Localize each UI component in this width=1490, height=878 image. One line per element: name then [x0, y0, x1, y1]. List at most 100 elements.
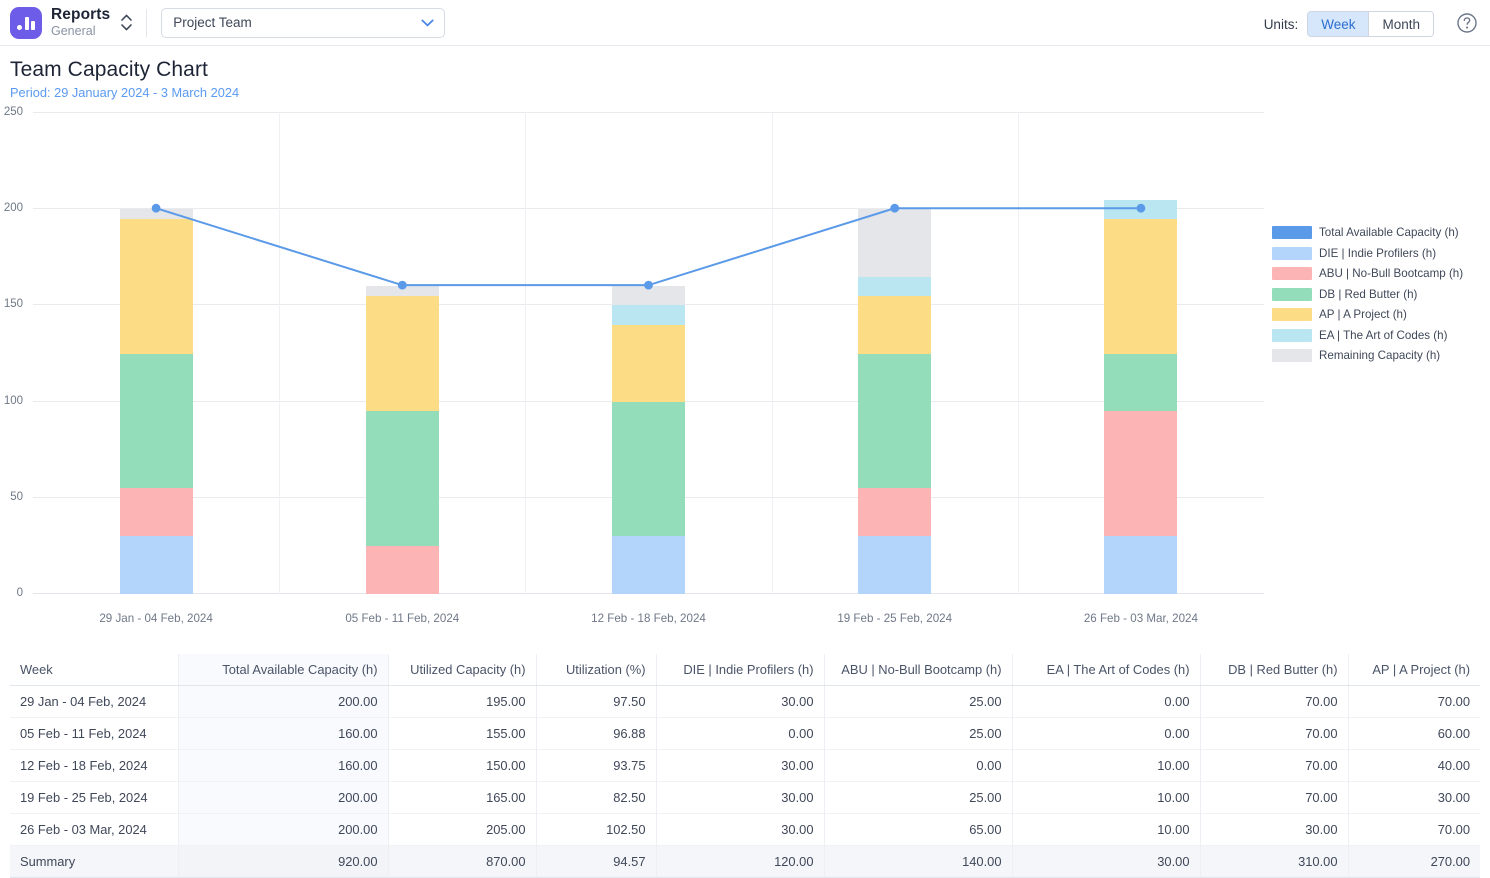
table-column-header[interactable]: DIE | Indie Profilers (h) — [656, 654, 824, 686]
table-cell: 40.00 — [1348, 750, 1480, 782]
table-column-header[interactable]: AP | A Project (h) — [1348, 654, 1480, 686]
table-cell-week: 19 Feb - 25 Feb, 2024 — [10, 782, 178, 814]
capacity-chart: 05010015020025029 Jan - 04 Feb, 202405 F… — [0, 100, 1490, 620]
units-control: Units: Week Month — [1264, 11, 1434, 37]
legend-item[interactable]: ABU | No-Bull Bootcamp (h) — [1272, 267, 1463, 280]
table-cell: 200.00 — [178, 686, 388, 718]
y-axis-tick-label: 0 — [0, 587, 23, 599]
line-data-point[interactable] — [890, 204, 899, 213]
chevron-up-down-icon[interactable] — [121, 14, 132, 31]
x-axis-tick-label: 26 Feb - 03 Mar, 2024 — [1018, 612, 1264, 625]
table-cell: 160.00 — [178, 750, 388, 782]
units-option-month[interactable]: Month — [1368, 12, 1433, 36]
bar-chart-logo-icon — [10, 7, 42, 39]
total-available-capacity-line — [33, 112, 1264, 594]
table-cell: 102.50 — [536, 814, 656, 846]
table-row[interactable]: 05 Feb - 11 Feb, 2024160.00155.0096.88 0.… — [10, 718, 1480, 750]
table-cell: 140.00 — [824, 846, 1012, 878]
table-row[interactable]: 19 Feb - 25 Feb, 2024200.00165.0082.5030… — [10, 782, 1480, 814]
table-cell: 120.00 — [656, 846, 824, 878]
legend-item[interactable]: Total Available Capacity (h) — [1272, 226, 1463, 239]
table-cell: 200.00 — [178, 814, 388, 846]
table-cell: 70.00 — [1200, 782, 1348, 814]
app-title: Reports — [51, 7, 110, 23]
table-cell: 65.00 — [824, 814, 1012, 846]
app-subtitle: General — [51, 25, 110, 38]
table-cell-week: 05 Feb - 11 Feb, 2024 — [10, 718, 178, 750]
table-cell: 10.00 — [1012, 814, 1200, 846]
table-cell: 93.75 — [536, 750, 656, 782]
table-column-header[interactable]: ABU | No-Bull Bootcamp (h) — [824, 654, 1012, 686]
table-cell: 150.00 — [388, 750, 536, 782]
table-cell: 310.00 — [1200, 846, 1348, 878]
table-column-header[interactable]: DB | Red Butter (h) — [1200, 654, 1348, 686]
legend-swatch — [1272, 247, 1312, 260]
table-cell: 60.00 — [1348, 718, 1480, 750]
table-cell: 30.00 — [656, 782, 824, 814]
table-cell: 97.50 — [536, 686, 656, 718]
table-cell: 10.00 — [1012, 750, 1200, 782]
table-cell: 200.00 — [178, 782, 388, 814]
table-cell: 0.00 — [1012, 686, 1200, 718]
table-cell-week: 26 Feb - 03 Mar, 2024 — [10, 814, 178, 846]
x-axis-tick-label: 29 Jan - 04 Feb, 2024 — [33, 612, 279, 625]
table-cell: 205.00 — [388, 814, 536, 846]
table-column-header[interactable]: EA | The Art of Codes (h) — [1012, 654, 1200, 686]
table-cell: 94.57 — [536, 846, 656, 878]
table-summary-row[interactable]: Summary920.00870.0094.57120.00140.0030.0… — [10, 846, 1480, 878]
table-column-header[interactable]: Total Available Capacity (h) — [178, 654, 388, 686]
y-axis-tick-label: 100 — [0, 395, 23, 407]
table-row[interactable]: 29 Jan - 04 Feb, 2024200.00195.0097.5030… — [10, 686, 1480, 718]
legend-item[interactable]: AP | A Project (h) — [1272, 308, 1463, 321]
table-cell: 0.00 — [1012, 718, 1200, 750]
table-cell: 155.00 — [388, 718, 536, 750]
legend-label: AP | A Project (h) — [1319, 308, 1407, 321]
table-cell: 70.00 — [1200, 686, 1348, 718]
table-cell: 70.00 — [1348, 814, 1480, 846]
chart-legend: Total Available Capacity (h) DIE | Indie … — [1272, 226, 1463, 362]
table-cell: 195.00 — [388, 686, 536, 718]
chevron-down-icon — [421, 15, 434, 30]
table-column-header[interactable]: Utilized Capacity (h) — [388, 654, 536, 686]
legend-item[interactable]: DIE | Indie Profilers (h) — [1272, 247, 1463, 260]
table-cell: 160.00 — [178, 718, 388, 750]
y-axis-tick-label: 50 — [0, 491, 23, 503]
legend-item[interactable]: EA | The Art of Codes (h) — [1272, 329, 1463, 342]
table-cell: 30.00 — [656, 686, 824, 718]
legend-label: EA | The Art of Codes (h) — [1319, 329, 1447, 342]
table-cell: 270.00 — [1348, 846, 1480, 878]
legend-label: DB | Red Butter (h) — [1319, 288, 1417, 301]
table-cell: 70.00 — [1200, 750, 1348, 782]
question-circle-icon[interactable] — [1456, 12, 1478, 39]
table-row[interactable]: 12 Feb - 18 Feb, 2024160.00150.0093.7530… — [10, 750, 1480, 782]
line-data-point[interactable] — [644, 281, 653, 290]
legend-swatch — [1272, 288, 1312, 301]
table-row[interactable]: 26 Feb - 03 Mar, 2024200.00205.00102.503… — [10, 814, 1480, 846]
table-cell: 30.00 — [1012, 846, 1200, 878]
table-cell: 25.00 — [824, 686, 1012, 718]
capacity-table: WeekTotal Available Capacity (h)Utilized… — [10, 654, 1480, 878]
legend-swatch — [1272, 226, 1312, 239]
units-option-week[interactable]: Week — [1308, 12, 1368, 36]
legend-item[interactable]: Remaining Capacity (h) — [1272, 349, 1463, 362]
table-column-header[interactable]: Utilization (%) — [536, 654, 656, 686]
line-data-point[interactable] — [152, 204, 161, 213]
table-cell-week: 29 Jan - 04 Feb, 2024 — [10, 686, 178, 718]
table-column-header[interactable]: Week — [10, 654, 178, 686]
table-cell: 96.88 — [536, 718, 656, 750]
legend-swatch — [1272, 329, 1312, 342]
legend-item[interactable]: DB | Red Butter (h) — [1272, 288, 1463, 301]
team-select[interactable]: Project Team — [161, 8, 445, 38]
line-data-point[interactable] — [398, 281, 407, 290]
line-path — [156, 208, 1141, 285]
legend-label: DIE | Indie Profilers (h) — [1319, 247, 1436, 260]
x-axis-tick-label: 05 Feb - 11 Feb, 2024 — [279, 612, 525, 625]
table-cell: 10.00 — [1012, 782, 1200, 814]
table-cell-week: Summary — [10, 846, 178, 878]
line-data-point[interactable] — [1137, 204, 1146, 213]
y-axis-tick-label: 200 — [0, 202, 23, 214]
app-switcher[interactable]: Reports General — [10, 7, 144, 39]
x-axis-tick-label: 19 Feb - 25 Feb, 2024 — [772, 612, 1018, 625]
legend-swatch — [1272, 267, 1312, 280]
table-body: 29 Jan - 04 Feb, 2024200.00195.0097.5030… — [10, 686, 1480, 878]
